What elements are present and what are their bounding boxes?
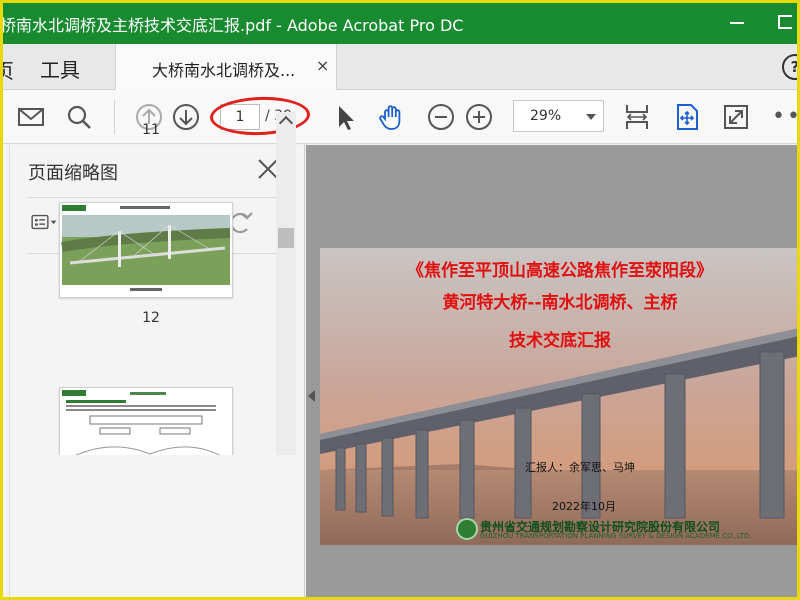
thumbnail-page-13[interactable] — [59, 387, 233, 455]
slide-title-line-3: 技术交底汇报 — [509, 331, 611, 351]
zoom-out-icon[interactable] — [426, 102, 456, 132]
minimize-button[interactable] — [730, 22, 744, 24]
zoom-select[interactable]: 29% — [513, 100, 604, 132]
scroll-thumb[interactable] — [278, 228, 294, 248]
thumbnail-list: 11 12 — [28, 112, 274, 455]
pdf-page: 《焦作至平顶山高速公路焦作至荥阳段》 黄河特大桥--南水北调桥、主桥 技术交底汇… — [320, 248, 800, 545]
zoom-value: 29% — [530, 108, 562, 124]
slide-reporter: 汇报人：余军思、马坤 — [525, 461, 635, 474]
fit-page-icon[interactable] — [672, 102, 702, 132]
slide-title-line-1: 《焦作至平顶山高速公路焦作至荥阳段》 — [407, 261, 713, 281]
slide-organization-en: GUIZHOU TRANSPORTATION PLANNING SURVEY &… — [480, 532, 752, 540]
fullscreen-icon[interactable] — [721, 102, 751, 132]
thumbnail-page-12[interactable] — [59, 202, 233, 298]
select-cursor-icon[interactable] — [330, 102, 360, 132]
fit-width-icon[interactable] — [622, 102, 652, 132]
collapse-panel-icon[interactable] — [308, 390, 315, 402]
thumbnail-page-number: 11 — [142, 122, 160, 138]
tab-bar: 页 工具 大桥南水北调桥及... × ? — [0, 44, 800, 90]
help-icon[interactable]: ? — [782, 54, 800, 80]
close-tab-icon[interactable]: × — [316, 56, 329, 75]
more-options-icon[interactable]: ••• — [772, 104, 800, 129]
tab-home[interactable]: 页 — [0, 55, 14, 84]
sidebar-rail — [0, 145, 10, 600]
title-bar: 桥南水北调桥及主桥技术交底汇报.pdf - Adobe Acrobat Pro … — [0, 0, 800, 44]
scroll-up-icon[interactable] — [278, 115, 294, 131]
thumbnail-page-number: 12 — [142, 310, 160, 326]
tab-tools[interactable]: 工具 — [40, 54, 80, 83]
tab-document[interactable]: 大桥南水北调桥及... × — [115, 44, 337, 90]
tab-document-label: 大桥南水北调桥及... — [152, 61, 296, 80]
thumbnail-scrollbar[interactable] — [276, 112, 296, 455]
chevron-down-icon — [586, 114, 596, 120]
slide-date: 2022年10月 — [552, 500, 616, 513]
maximize-button[interactable] — [778, 15, 792, 29]
zoom-in-icon[interactable] — [464, 102, 494, 132]
org-logo-icon — [456, 518, 478, 540]
slide-title-line-2: 黄河特大桥--南水北调桥、主桥 — [442, 293, 678, 313]
window-title: 桥南水北调桥及主桥技术交底汇报.pdf - Adobe Acrobat Pro … — [0, 16, 464, 35]
hand-tool-icon[interactable] — [377, 102, 407, 132]
